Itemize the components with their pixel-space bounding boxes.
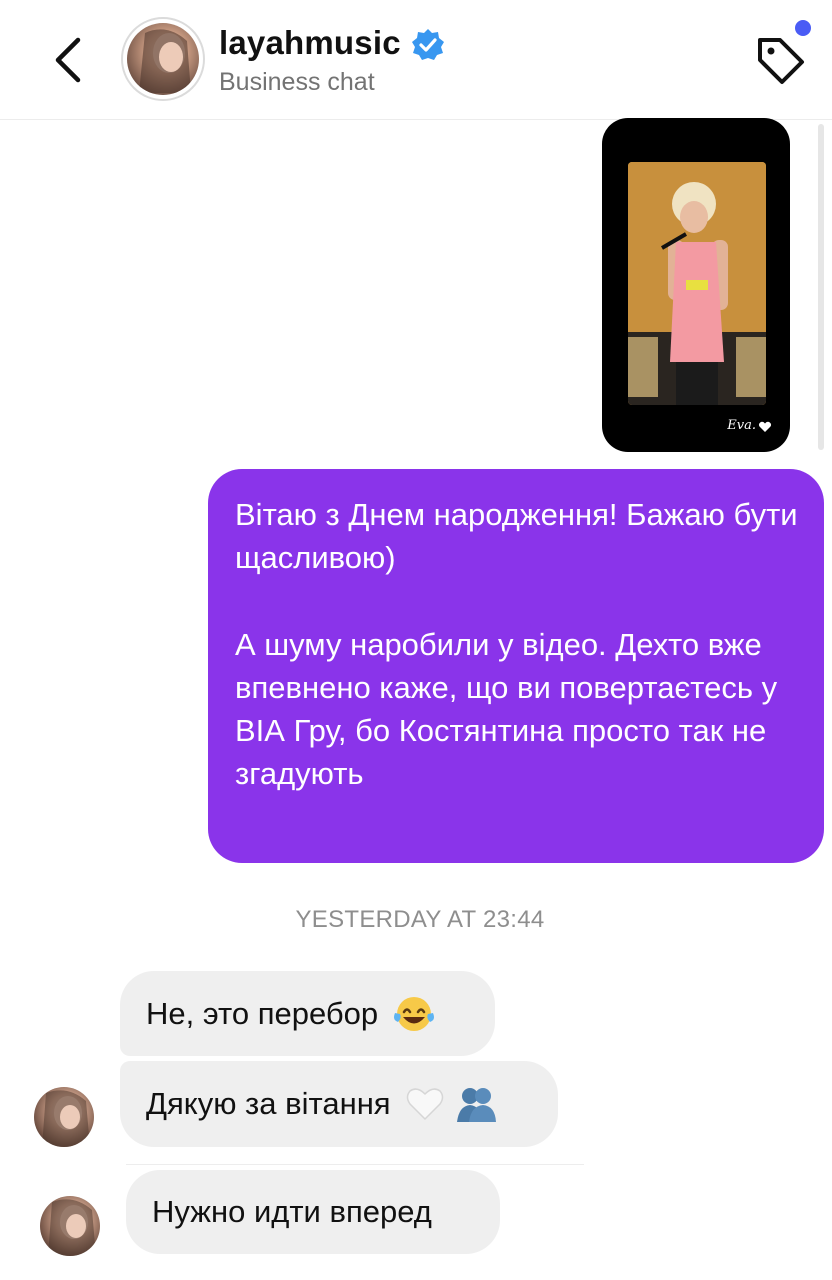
chat-header: layahmusic Business chat: [0, 0, 832, 120]
heart-icon: [758, 421, 772, 432]
message-divider: [126, 1164, 584, 1165]
white-heart-emoji-icon: [405, 1085, 445, 1123]
label-button[interactable]: [750, 30, 810, 90]
message-timestamp: YESTERDAY AT 23:44: [295, 906, 545, 933]
sender-avatar[interactable]: [34, 1087, 94, 1147]
scrollbar[interactable]: [818, 124, 824, 450]
chat-screen: layahmusic Business chat Eva. Вітаю з Дн…: [0, 0, 832, 1280]
message-text-line2: А шуму наробили у відео. Дехто вже впевн…: [235, 627, 778, 791]
tears-of-joy-emoji-icon: [392, 994, 436, 1034]
shared-video-thumbnail: [628, 162, 766, 405]
sender-avatar[interactable]: [40, 1196, 100, 1256]
tag-icon: [758, 38, 804, 84]
message-text-line1: Вітаю з Днем народження! Бажаю бути щасл…: [235, 497, 798, 575]
people-hugging-emoji-icon: [453, 1084, 499, 1124]
incoming-message[interactable]: Нужно идти вперед: [126, 1170, 500, 1254]
message-text: Нужно идти вперед: [152, 1194, 432, 1229]
shared-post[interactable]: Eva.: [602, 118, 790, 452]
profile-avatar[interactable]: [121, 17, 205, 101]
username[interactable]: layahmusic: [219, 24, 401, 62]
chevron-left-icon: [55, 37, 81, 83]
back-button[interactable]: [44, 30, 92, 90]
chat-type-label: Business chat: [219, 68, 375, 96]
message-text: Не, это перебор: [146, 995, 379, 1031]
profile-photo: [127, 23, 199, 95]
shared-post-caption: Eva.: [727, 418, 756, 433]
verified-badge-icon: [412, 29, 444, 60]
outgoing-message[interactable]: Вітаю з Днем народження! Бажаю бути щасл…: [208, 469, 824, 863]
message-text: Дякую за вітання: [146, 1086, 391, 1121]
incoming-message[interactable]: Не, это перебор: [120, 971, 495, 1056]
incoming-message[interactable]: Дякую за вітання: [120, 1061, 558, 1147]
notification-dot: [795, 20, 811, 36]
